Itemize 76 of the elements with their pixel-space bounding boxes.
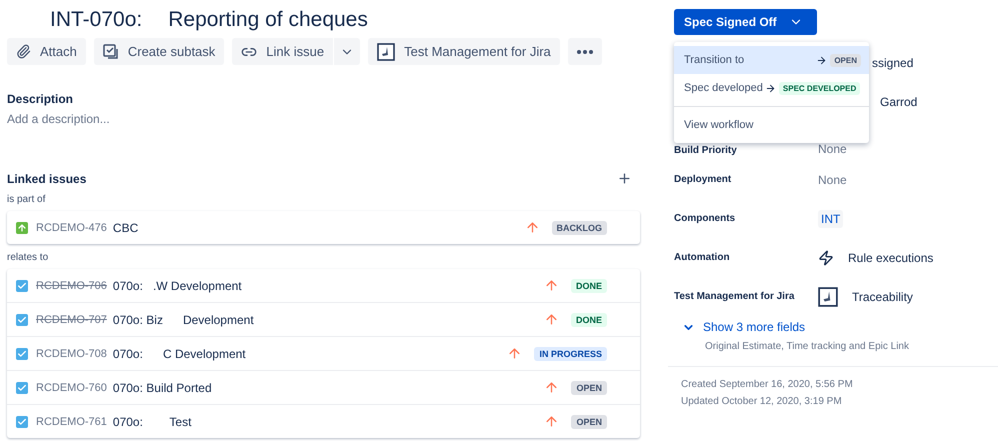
date-text: Updated October 12, 2020, 3:19 PM bbox=[681, 396, 843, 406]
menu-item-label: Transition to bbox=[684, 54, 744, 66]
status-lozenge: DONE bbox=[570, 312, 607, 326]
issue-summary[interactable]: 070o: C Development bbox=[112, 346, 508, 360]
field-value: ssigned bbox=[872, 56, 914, 70]
issue-key: INT-070o: bbox=[50, 8, 142, 32]
menu-item-label: View workflow bbox=[684, 119, 754, 131]
subtask-button[interactable]: Create subtask bbox=[94, 38, 224, 65]
relation-label: relates to bbox=[7, 252, 50, 263]
more-button[interactable] bbox=[568, 38, 602, 65]
attach-icon bbox=[16, 44, 31, 59]
issue-summary[interactable]: 070o: Test bbox=[112, 414, 544, 428]
story-icon bbox=[16, 222, 28, 234]
menu-item[interactable]: Transition to OPEN bbox=[674, 46, 869, 74]
field-value: None bbox=[818, 172, 848, 186]
issue-key-link[interactable]: RCDEMO-476 bbox=[36, 222, 107, 234]
show-more-link[interactable]: Show 3 more fields bbox=[682, 320, 806, 334]
issue-title: Reporting of cheques bbox=[168, 8, 368, 32]
task-icon bbox=[16, 382, 28, 394]
component-tag[interactable]: INT bbox=[818, 210, 844, 228]
status-lozenge: OPEN bbox=[830, 54, 861, 66]
field-label: Automation bbox=[674, 252, 731, 263]
app-logo-icon bbox=[377, 42, 396, 60]
menu-item-label: Spec developed bbox=[684, 82, 763, 94]
priority-icon bbox=[507, 346, 522, 361]
field-value[interactable]: Traceability bbox=[852, 290, 913, 304]
task-icon bbox=[16, 314, 28, 326]
task-icon bbox=[16, 280, 28, 292]
priority-icon bbox=[544, 380, 560, 395]
section-heading: Linked issues bbox=[7, 172, 86, 186]
field-value: Garrod bbox=[880, 94, 918, 108]
arrow-icon bbox=[816, 54, 828, 66]
task-icon bbox=[16, 416, 28, 428]
field-value[interactable]: Rule executions bbox=[848, 250, 934, 264]
status-lozenge: BACKLOG bbox=[552, 220, 607, 234]
field-label: Deployment bbox=[674, 174, 732, 185]
priority-icon bbox=[544, 414, 560, 429]
issue-key-link[interactable]: RCDEMO-760 bbox=[36, 382, 107, 394]
menu-item[interactable]: View workflow bbox=[674, 111, 869, 139]
status-lozenge: OPEN bbox=[571, 414, 607, 428]
app-logo-icon bbox=[818, 286, 838, 306]
issue-key-link[interactable]: RCDEMO-708 bbox=[36, 348, 107, 360]
field-label: Test Management for Jira bbox=[674, 291, 796, 302]
issue-summary[interactable]: CBC bbox=[112, 220, 524, 234]
priority-icon bbox=[544, 278, 559, 293]
app-button[interactable]: Test Management for Jira bbox=[368, 38, 560, 65]
status-button[interactable]: Spec Signed Off bbox=[674, 9, 817, 35]
subtask-icon bbox=[102, 44, 119, 60]
task-icon bbox=[16, 348, 28, 360]
priority-icon bbox=[524, 220, 540, 235]
field-label: Components bbox=[674, 213, 736, 224]
relation-label: is part of bbox=[7, 194, 46, 205]
arrow-icon bbox=[764, 82, 776, 94]
description-field[interactable]: Add a description... bbox=[7, 112, 640, 126]
status-lozenge: OPEN bbox=[571, 380, 607, 394]
status-lozenge: SPEC DEVELOPED bbox=[778, 82, 860, 94]
issue-key-link[interactable]: RCDEMO-706 bbox=[36, 280, 107, 292]
priority-icon bbox=[544, 312, 559, 327]
link-issue-button[interactable]: Link issue bbox=[232, 38, 334, 65]
field-value: None bbox=[818, 142, 848, 156]
issue-summary[interactable]: 070o: Biz Development bbox=[112, 312, 544, 326]
issue-key-link[interactable]: RCDEMO-761 bbox=[36, 416, 107, 428]
more-icon bbox=[576, 50, 593, 54]
issue-summary[interactable]: 070o: Build Ported bbox=[112, 380, 544, 394]
add-icon[interactable] bbox=[617, 171, 632, 186]
issue-summary[interactable]: 070o: .W Development bbox=[112, 278, 544, 292]
more-fields-hint: Original Estimate, Time tracking and Epic Link bbox=[705, 340, 910, 352]
date-text: Created September 16, 2020, 5:56 PM bbox=[681, 378, 854, 390]
section-heading: Description bbox=[7, 92, 74, 106]
field-label: Build Priority bbox=[674, 145, 738, 156]
menu-item[interactable]: Spec developed SPEC DEVELOPED bbox=[674, 74, 869, 102]
status-lozenge: DONE bbox=[570, 278, 607, 292]
status-lozenge: IN PROGRESS bbox=[534, 346, 607, 360]
lightning-icon bbox=[818, 250, 834, 266]
attach-button[interactable]: Attach bbox=[7, 38, 86, 65]
issue-key-link[interactable]: RCDEMO-707 bbox=[36, 314, 107, 326]
